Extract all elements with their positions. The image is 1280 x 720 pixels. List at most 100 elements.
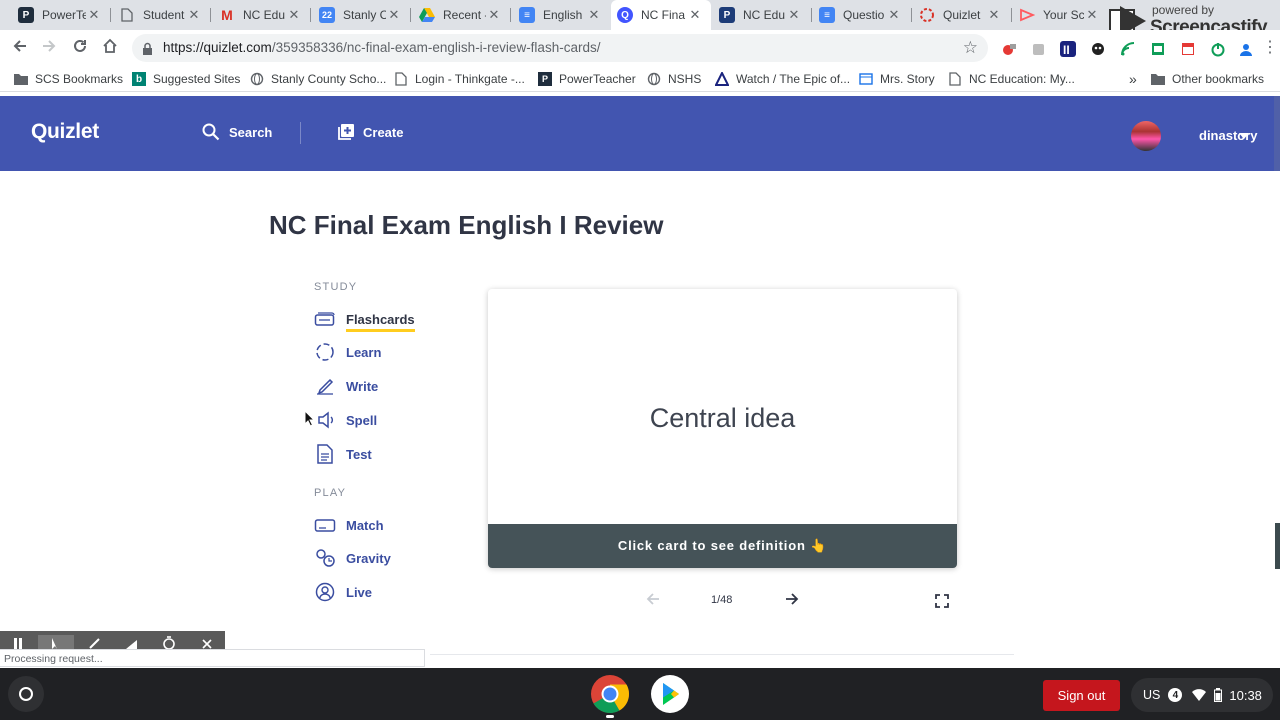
bookmark-thinkgate[interactable]: Login - Thinkgate -...: [394, 70, 525, 88]
sign-out-button[interactable]: Sign out: [1043, 680, 1120, 711]
close-tab-icon[interactable]: ✕: [687, 7, 703, 23]
home-button[interactable]: [99, 38, 121, 58]
extension-gray-icon[interactable]: [1031, 41, 1047, 57]
bookmark-powerteacher[interactable]: P PowerTeacher: [538, 70, 636, 88]
close-tab-icon[interactable]: ✕: [1084, 7, 1100, 23]
clock: 10:38: [1229, 687, 1262, 703]
flashcard[interactable]: Central idea Click card to see definitio…: [488, 289, 957, 568]
bookmark-scs[interactable]: SCS Bookmarks: [14, 70, 123, 88]
bookmark-stanly[interactable]: Stanly County Scho...: [250, 70, 386, 88]
page-title: NC Final Exam English I Review: [269, 210, 664, 240]
search-button[interactable]: Search: [202, 123, 272, 141]
bookmark-star-icon[interactable]: ☆: [963, 38, 978, 58]
extension-sheet-icon[interactable]: [1150, 41, 1166, 57]
pen-tool-icon[interactable]: [76, 635, 112, 649]
close-tab-icon[interactable]: ✕: [786, 7, 802, 23]
tab-gmail[interactable]: M NC Edu ✕: [213, 0, 310, 30]
tab-title: Questio: [843, 8, 885, 22]
tab-title: Recent -: [443, 8, 486, 22]
fullscreen-button[interactable]: [935, 594, 949, 613]
tab-powerteacher[interactable]: P PowerTe ✕: [12, 0, 110, 30]
tab-quizlet-loading[interactable]: Quizlet ✕: [913, 0, 1010, 30]
browser-toolbar: https://quizlet.com/359358336/nc-final-e…: [0, 30, 1280, 66]
launcher-button[interactable]: [8, 676, 44, 712]
url-path: /359358336/nc-final-exam-english-i-revie…: [271, 40, 601, 55]
status-tray[interactable]: US 4 10:38: [1131, 678, 1273, 712]
tab-drive[interactable]: Recent - ✕: [413, 0, 510, 30]
previous-card-button[interactable]: [645, 591, 661, 612]
mode-learn[interactable]: Learn: [314, 342, 381, 362]
extension-record-icon[interactable]: [1001, 41, 1017, 57]
bookmark-mrs-story[interactable]: Mrs. Story: [859, 70, 935, 88]
extension-robot-icon[interactable]: [1090, 41, 1106, 57]
bookmark-label: Other bookmarks: [1172, 72, 1265, 86]
create-button[interactable]: Create: [336, 123, 403, 141]
timer-icon[interactable]: [151, 635, 187, 649]
mode-label: Gravity: [346, 550, 391, 566]
mode-spell[interactable]: Spell: [314, 410, 377, 430]
address-bar[interactable]: https://quizlet.com/359358336/nc-final-e…: [132, 34, 988, 62]
tab-calendar[interactable]: 22 Stanly C ✕: [313, 0, 410, 30]
globe-icon: [647, 72, 661, 86]
close-tab-icon[interactable]: ✕: [586, 7, 602, 23]
launcher-icon: [19, 687, 33, 701]
bookmark-label: Watch / The Epic of...: [736, 72, 851, 86]
bookmark-suggested[interactable]: b Suggested Sites: [132, 70, 240, 88]
close-tab-icon[interactable]: ✕: [386, 7, 402, 23]
card-counter: 1/48: [711, 594, 733, 606]
close-tab-icon[interactable]: ✕: [886, 7, 902, 23]
close-tab-icon[interactable]: ✕: [986, 7, 1002, 23]
close-controls-icon[interactable]: [189, 635, 225, 649]
left-arrow-icon: [646, 593, 659, 605]
bookmark-watch[interactable]: Watch / The Epic of...: [715, 70, 850, 88]
pause-icon[interactable]: [0, 635, 36, 649]
tab-quizlet-active[interactable]: Q NC Fina ✕: [611, 0, 711, 30]
extension-power-icon[interactable]: [1210, 41, 1226, 57]
tab-your-screencast[interactable]: Your Sc ✕: [1013, 0, 1108, 30]
forward-button[interactable]: [38, 38, 60, 58]
chrome-app-icon[interactable]: [590, 674, 630, 714]
mode-label: Flashcards: [346, 312, 415, 332]
mode-flashcards[interactable]: Flashcards: [314, 309, 415, 332]
cursor-tool-icon[interactable]: [38, 635, 74, 649]
close-tab-icon[interactable]: ✕: [86, 7, 102, 23]
close-tab-icon[interactable]: ✕: [286, 7, 302, 23]
mode-label: Live: [346, 584, 373, 600]
play-store-icon[interactable]: [650, 674, 690, 714]
tab-nc-edu[interactable]: P NC Edu ✕: [713, 0, 810, 30]
avatar[interactable]: [1131, 121, 1161, 151]
tab-questions-doc[interactable]: ≡ Questio ✕: [813, 0, 910, 30]
extension-calendar-icon[interactable]: [1180, 41, 1196, 57]
calendar-icon: 22: [319, 7, 335, 23]
user-menu-caret-icon[interactable]: [1239, 133, 1249, 139]
mode-gravity[interactable]: Gravity: [314, 548, 391, 568]
mode-test[interactable]: Test: [314, 444, 372, 464]
close-tab-icon[interactable]: ✕: [486, 7, 502, 23]
eraser-tool-icon[interactable]: [113, 635, 149, 649]
bookmark-label: NSHS: [668, 72, 702, 86]
tab-title: NC Edu: [743, 8, 786, 22]
next-card-button[interactable]: [784, 591, 800, 612]
browser-menu-icon[interactable]: ⋮: [1262, 40, 1278, 57]
mode-live[interactable]: Live: [314, 582, 372, 602]
tab-student[interactable]: Student ✕: [113, 0, 210, 30]
flashcard-hint: Click card to see definition 👆: [488, 524, 957, 568]
mode-match[interactable]: Match: [314, 515, 384, 535]
close-tab-icon[interactable]: ✕: [186, 7, 202, 23]
extension-profile-icon[interactable]: [1238, 41, 1254, 57]
tab-title: Quizlet: [943, 8, 981, 22]
quizlet-logo[interactable]: Quizlet: [31, 120, 99, 144]
page-scrollbar[interactable]: [1274, 96, 1280, 171]
page-icon: [948, 72, 962, 86]
bookmark-nshs[interactable]: NSHS: [647, 70, 701, 88]
back-button[interactable]: [9, 38, 31, 58]
reload-button[interactable]: [69, 38, 91, 58]
other-bookmarks[interactable]: Other bookmarks: [1151, 70, 1264, 88]
tab-title: Your Sc: [1043, 8, 1084, 22]
mode-write[interactable]: Write: [314, 376, 378, 396]
bookmark-nc-education[interactable]: NC Education: My...: [948, 70, 1075, 88]
bookmarks-overflow-icon[interactable]: »: [1129, 70, 1137, 88]
extension-book-icon[interactable]: II: [1060, 41, 1076, 57]
extension-feed-icon[interactable]: [1120, 41, 1136, 57]
tab-english-doc[interactable]: ≡ English ✕: [513, 0, 610, 30]
